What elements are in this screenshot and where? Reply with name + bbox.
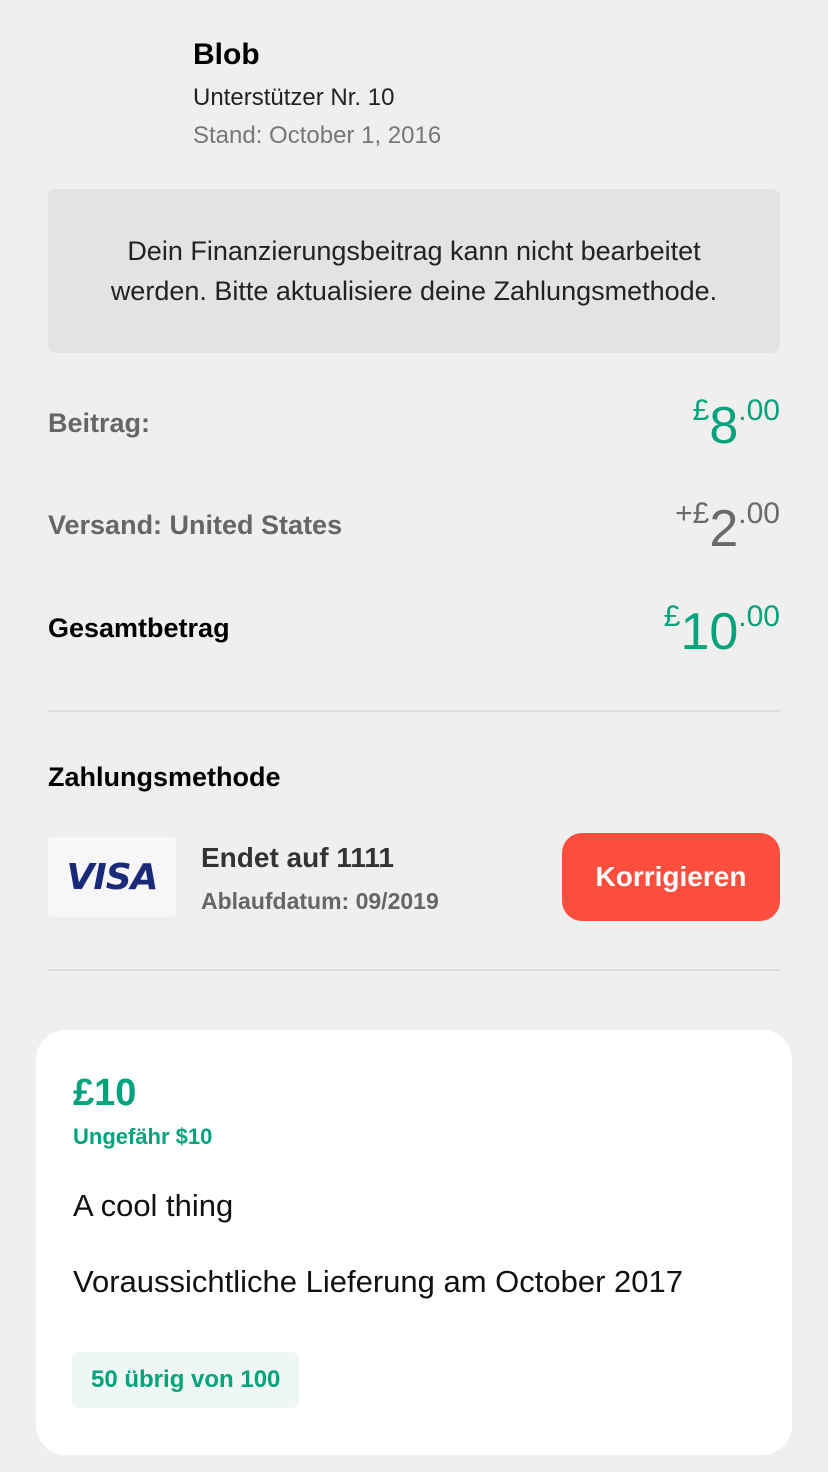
pledge-amount-integer: 8	[709, 397, 739, 455]
card-brand-logo: VISA	[48, 837, 176, 917]
payment-error-notice: Dein Finanzierungsbeitrag kann nicht bea…	[48, 189, 780, 353]
total-amount-integer: 10	[680, 603, 739, 661]
backer-date: Stand: October 1, 2016	[193, 122, 442, 149]
shipping-amount-integer: 2	[709, 500, 739, 558]
card-last-four: Endet auf 1111	[201, 842, 394, 873]
card-expiration: Ablaufdatum: 09/2019	[201, 888, 439, 914]
pledge-label: Beitrag:	[48, 408, 151, 438]
visa-logo-text: VISA	[66, 856, 158, 898]
fix-payment-button[interactable]: Korrigieren	[562, 833, 780, 921]
reward-remaining-badge: 50 übrig von 100	[72, 1352, 300, 1408]
shipping-currency-symbol: +£	[675, 497, 710, 530]
payment-method-title: Zahlungsmethode	[48, 762, 281, 792]
backer-number: Unterstützer Nr. 10	[193, 84, 395, 111]
pledge-details-screen: Blob Unterstützer Nr. 10 Stand: October …	[0, 0, 828, 1472]
shipping-amount-decimal: .00	[738, 497, 780, 530]
shipping-amount: +£ 2 .00	[675, 497, 780, 558]
reward-approx-price: Ungefähr $10	[73, 1124, 213, 1149]
total-label: Gesamtbetrag	[48, 613, 230, 643]
reward-price: £10	[73, 1072, 137, 1114]
reward-title: A cool thing	[73, 1188, 234, 1223]
total-amount: £ 10 .00	[663, 600, 780, 661]
pledge-amount: £ 8 .00	[692, 394, 780, 455]
pledge-currency-symbol: £	[692, 394, 710, 427]
notice-text: Dein Finanzierungsbeitrag kann nicht bea…	[110, 236, 718, 306]
total-currency-symbol: £	[663, 600, 681, 633]
reward-card: £10 Ungefähr $10 A cool thing Voraussich…	[36, 1030, 792, 1455]
divider	[48, 969, 780, 971]
backer-name: Blob	[193, 38, 260, 71]
reward-estimated-delivery: Voraussichtliche Lieferung am October 20…	[73, 1264, 684, 1299]
pledge-amount-decimal: .00	[738, 394, 780, 427]
shipping-label: Versand: United States	[48, 510, 343, 540]
total-amount-decimal: .00	[738, 600, 780, 633]
divider	[48, 710, 780, 712]
